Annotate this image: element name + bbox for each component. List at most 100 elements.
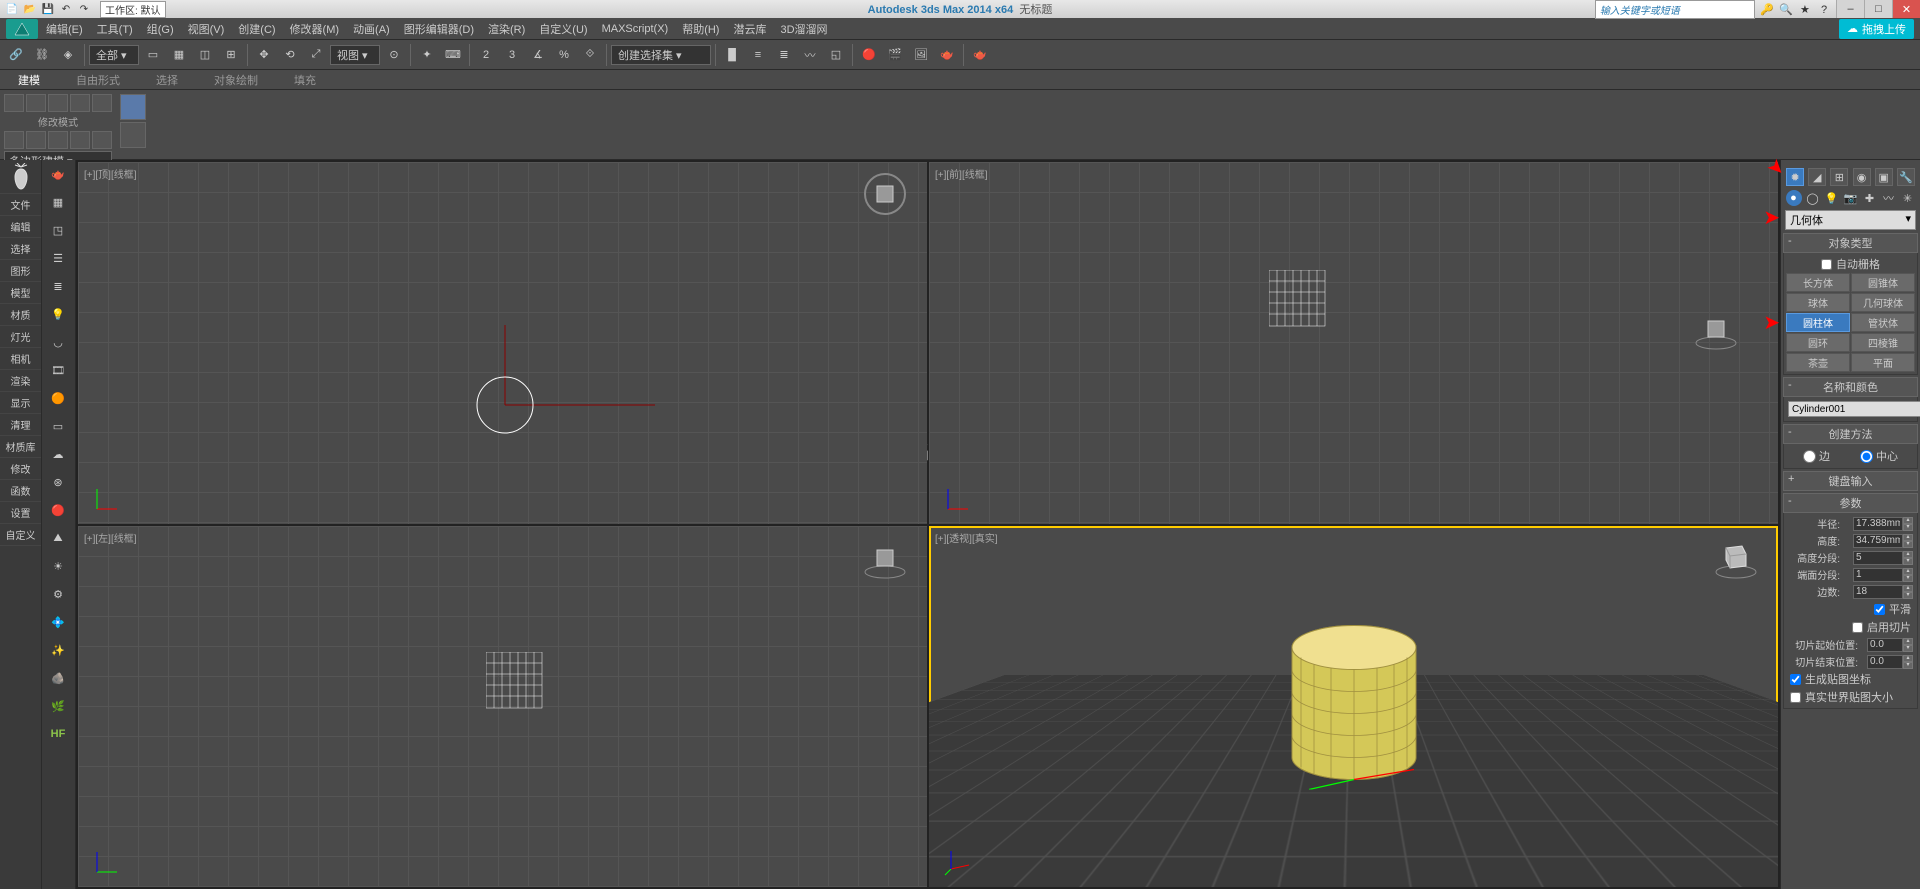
auto-grid-checkbox[interactable] — [1821, 259, 1832, 270]
menu-create[interactable]: 创建(C) — [232, 19, 281, 39]
radius-spin-down[interactable]: ▾ — [1903, 524, 1913, 531]
menu-custom[interactable]: 自定义(U) — [533, 19, 593, 39]
star-icon[interactable]: ★ — [1797, 3, 1813, 16]
sidebar-render[interactable]: 渲染 — [0, 370, 41, 392]
sides-spin-down[interactable]: ▾ — [1903, 592, 1913, 599]
hierarchy-tab-icon[interactable]: ⊞ — [1830, 168, 1848, 186]
rotate-icon[interactable]: ⟲ — [278, 43, 302, 67]
menu-3dliuliu[interactable]: 3D溜溜网 — [774, 19, 833, 39]
bulb-icon[interactable]: 💡 — [44, 302, 72, 326]
sidebar-settings[interactable]: 设置 — [0, 502, 41, 524]
link-icon[interactable]: 🔗 — [4, 43, 28, 67]
height-spin-up[interactable]: ▴ — [1903, 534, 1913, 541]
plane-button[interactable]: 平面 — [1851, 353, 1915, 372]
heightsegs-input[interactable] — [1853, 551, 1903, 565]
menu-cloud[interactable]: 潜云库 — [727, 19, 772, 39]
select-region-icon[interactable]: ◫ — [193, 43, 217, 67]
viewport-left[interactable]: [+][左][线框] — [78, 526, 927, 888]
modify-tab-icon[interactable]: ◢ — [1808, 168, 1826, 186]
create-tab-icon[interactable]: ✹ — [1786, 168, 1804, 186]
vertex-sel-icon[interactable] — [4, 94, 24, 112]
teapot-button[interactable]: 茶壶 — [1786, 353, 1850, 372]
node-icon[interactable]: ⊛ — [44, 470, 72, 494]
mirror-icon[interactable]: ▐▌ — [720, 43, 744, 67]
menu-render[interactable]: 渲染(R) — [482, 19, 531, 39]
tab-freeform[interactable]: 自由形式 — [68, 70, 128, 90]
height-input[interactable] — [1853, 534, 1903, 548]
help-icon[interactable]: ? — [1816, 4, 1832, 16]
material-editor-icon[interactable]: 🔴 — [857, 43, 881, 67]
sidebar-matlib[interactable]: 材质库 — [0, 436, 41, 458]
scale-icon[interactable]: ⤢ — [304, 43, 328, 67]
workspace-selector[interactable]: 工作区: 默认 — [100, 1, 166, 18]
curve-editor-icon[interactable]: 〰 — [798, 43, 822, 67]
fx-icon[interactable]: ✨ — [44, 638, 72, 662]
select-name-icon[interactable]: ▦ — [167, 43, 191, 67]
save-icon[interactable]: 💾 — [40, 1, 56, 17]
menu-group[interactable]: 组(G) — [141, 19, 180, 39]
menu-view[interactable]: 视图(V) — [182, 19, 231, 39]
box-button[interactable]: 长方体 — [1786, 273, 1850, 292]
slicefrom-input[interactable] — [1867, 638, 1903, 652]
grass-icon[interactable]: 🌿 — [44, 694, 72, 718]
display-tab-icon[interactable]: ▣ — [1875, 168, 1893, 186]
unlink-icon[interactable]: ⛓ — [30, 43, 54, 67]
menu-tools[interactable]: 工具(T) — [91, 19, 139, 39]
panel-icon[interactable]: ▭ — [44, 414, 72, 438]
center-radio-label[interactable]: 中心 — [1860, 448, 1898, 464]
menu-graph[interactable]: 图形编辑器(D) — [398, 19, 480, 39]
manipulate-icon[interactable]: ✦ — [415, 43, 439, 67]
sidebar-material[interactable]: 材质 — [0, 304, 41, 326]
modeling-tool2-icon[interactable] — [120, 122, 146, 148]
cloud-shape-icon[interactable]: ☁ — [44, 442, 72, 466]
spacewarps-cat-icon[interactable]: 〰 — [1881, 190, 1897, 206]
schematic-icon[interactable]: ◱ — [824, 43, 848, 67]
cameras-cat-icon[interactable]: 📷 — [1843, 190, 1859, 206]
rb1-icon[interactable] — [4, 131, 24, 149]
tube-button[interactable]: 管状体 — [1851, 313, 1915, 332]
utilities-tab-icon[interactable]: 🔧 — [1897, 168, 1915, 186]
cylinder-object[interactable] — [1279, 620, 1429, 793]
rollout-header-method[interactable]: -创建方法 — [1783, 424, 1918, 444]
close-button[interactable]: ✕ — [1892, 0, 1920, 18]
sidebar-edit[interactable]: 编辑 — [0, 216, 41, 238]
torus-button[interactable]: 圆环 — [1786, 333, 1850, 352]
edge-radio-label[interactable]: 边 — [1803, 448, 1830, 464]
heightsegs-spin-down[interactable]: ▾ — [1903, 558, 1913, 565]
tab-populate[interactable]: 填充 — [286, 70, 324, 90]
help-search-input[interactable]: 输入关键字或短语 — [1595, 0, 1755, 19]
maximize-button[interactable]: □ — [1864, 0, 1892, 18]
angle-snap-icon[interactable]: ∡ — [526, 43, 550, 67]
select-icon[interactable]: ▭ — [141, 43, 165, 67]
border-sel-icon[interactable] — [48, 94, 68, 112]
geometry-type-dropdown[interactable]: 几何体▾ — [1785, 210, 1916, 230]
film-icon[interactable]: 🎞 — [44, 358, 72, 382]
viewport-persp-label[interactable]: [+][透视][真实] — [935, 530, 998, 545]
redo-icon[interactable]: ↷ — [76, 1, 92, 17]
crystal-icon[interactable]: 💠 — [44, 610, 72, 634]
bind-icon[interactable]: ◈ — [56, 43, 80, 67]
keys-icon[interactable]: 🔑 — [1759, 3, 1775, 16]
menu-help[interactable]: 帮助(H) — [676, 19, 725, 39]
viewcube-front[interactable] — [1694, 307, 1738, 351]
viewcube-top[interactable] — [863, 172, 907, 216]
render-setup-icon[interactable]: 🎬 — [883, 43, 907, 67]
rb4-icon[interactable] — [70, 131, 90, 149]
viewport-front[interactable]: [+][前][线框] — [929, 162, 1778, 524]
element-sel-icon[interactable] — [92, 94, 112, 112]
tab-modeling[interactable]: 建模 — [10, 70, 48, 90]
align-icon[interactable]: ≡ — [746, 43, 770, 67]
sidebar-cleanup[interactable]: 清理 — [0, 414, 41, 436]
render-frame-icon[interactable]: 🖼 — [909, 43, 933, 67]
selection-filter-dropdown[interactable]: 全部 ▾ — [89, 45, 139, 65]
minimize-button[interactable]: – — [1836, 0, 1864, 18]
list-icon[interactable]: ☰ — [44, 246, 72, 270]
rollout-header-namecolor[interactable]: -名称和颜色 — [1783, 377, 1918, 397]
systems-cat-icon[interactable]: ✳ — [1900, 190, 1916, 206]
cube-stack-icon[interactable]: ◳ — [44, 218, 72, 242]
cylinder-button[interactable]: 圆柱体 — [1786, 313, 1850, 332]
upload-button[interactable]: ☁ 拖拽上传 — [1839, 19, 1914, 39]
layers-icon[interactable]: ≣ — [772, 43, 796, 67]
hf-icon[interactable]: HF — [44, 722, 72, 746]
geometry-cat-icon[interactable]: ● — [1786, 190, 1802, 206]
